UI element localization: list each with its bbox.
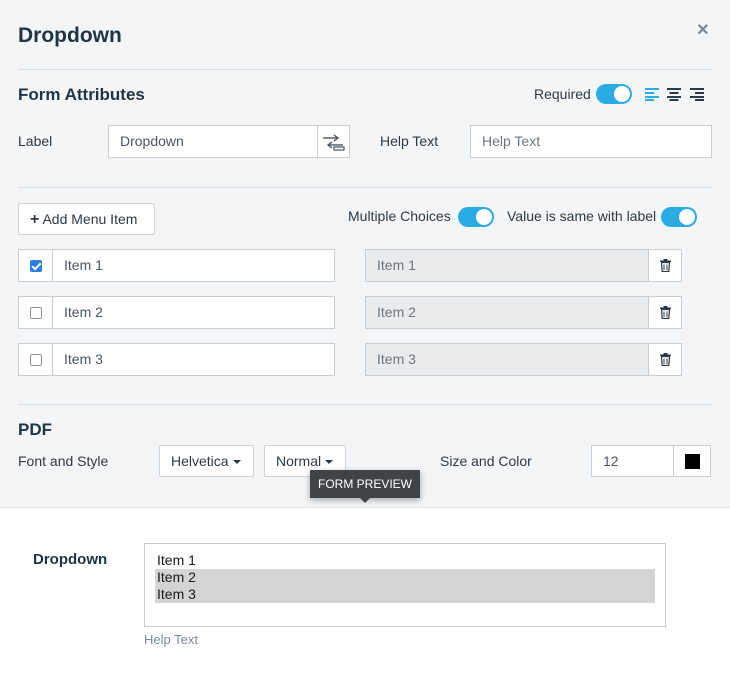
caret-down-icon bbox=[232, 460, 241, 465]
item-checkbox[interactable] bbox=[18, 343, 53, 376]
pdf-heading: PDF bbox=[18, 420, 52, 439]
preview-option[interactable]: Item 2 bbox=[155, 569, 655, 586]
item-value-input: Item 2 bbox=[365, 296, 649, 329]
font-style-label: Font and Style bbox=[18, 453, 109, 469]
font-size-input[interactable]: 12 bbox=[591, 445, 674, 477]
font-dropdown[interactable]: Helvetica bbox=[159, 445, 254, 477]
color-picker-button[interactable] bbox=[673, 445, 711, 477]
add-menu-item-button[interactable]: + Add Menu Item bbox=[18, 203, 155, 235]
checkbox-checked bbox=[30, 260, 42, 272]
label-field-label: Label bbox=[18, 133, 53, 149]
delete-item-button[interactable] bbox=[648, 296, 682, 329]
multiple-choices-toggle[interactable] bbox=[458, 207, 494, 227]
preview-help-text: Help Text bbox=[144, 632, 198, 647]
checkbox-unchecked bbox=[30, 307, 42, 319]
item-label-input[interactable]: Item 1 bbox=[52, 249, 335, 282]
trash-icon bbox=[660, 306, 671, 319]
required-toggle[interactable] bbox=[596, 84, 632, 104]
delete-item-button[interactable] bbox=[648, 249, 682, 282]
color-swatch bbox=[685, 454, 700, 469]
value-same-label: Value is same with label bbox=[507, 208, 657, 224]
divider bbox=[18, 69, 712, 70]
item-checkbox[interactable] bbox=[18, 249, 53, 282]
preview-option[interactable]: Item 1 bbox=[155, 552, 655, 569]
divider bbox=[18, 187, 712, 188]
preview-field-label: Dropdown bbox=[33, 551, 108, 568]
plus-icon: + bbox=[30, 211, 40, 228]
item-label-input[interactable]: Item 2 bbox=[52, 296, 335, 329]
dialog-title: Dropdown bbox=[18, 24, 122, 47]
align-right-icon[interactable] bbox=[690, 88, 704, 101]
align-left-icon[interactable] bbox=[645, 88, 659, 101]
trash-icon bbox=[660, 259, 671, 272]
align-center-icon[interactable] bbox=[667, 88, 681, 101]
style-value: Normal bbox=[276, 453, 322, 469]
help-text-label: Help Text bbox=[380, 133, 439, 149]
form-attributes-heading: Form Attributes bbox=[18, 85, 145, 104]
item-value-input: Item 1 bbox=[365, 249, 649, 282]
required-label: Required bbox=[534, 86, 591, 102]
item-checkbox[interactable] bbox=[18, 296, 53, 329]
value-same-toggle[interactable] bbox=[661, 207, 697, 227]
divider bbox=[18, 404, 712, 405]
preview-option[interactable]: Item 3 bbox=[155, 586, 655, 603]
caret-down-icon bbox=[325, 460, 334, 465]
checkbox-unchecked bbox=[30, 354, 42, 366]
add-menu-item-label: Add Menu Item bbox=[42, 211, 138, 227]
size-color-label: Size and Color bbox=[440, 453, 532, 469]
swap-button[interactable] bbox=[317, 125, 350, 158]
delete-item-button[interactable] bbox=[648, 343, 682, 376]
preview-listbox[interactable]: Item 1 Item 2 Item 3 bbox=[144, 543, 666, 627]
form-preview-tooltip: FORM PREVIEW bbox=[310, 470, 420, 503]
font-value: Helvetica bbox=[171, 453, 229, 469]
help-text-input[interactable]: Help Text bbox=[470, 125, 712, 158]
trash-icon bbox=[660, 353, 671, 366]
item-label-input[interactable]: Item 3 bbox=[52, 343, 335, 376]
swap-icon bbox=[323, 134, 345, 151]
multiple-choices-label: Multiple Choices bbox=[348, 208, 451, 224]
item-value-input: Item 3 bbox=[365, 343, 649, 376]
label-input[interactable]: Dropdown bbox=[108, 125, 318, 158]
close-icon[interactable]: × bbox=[697, 20, 709, 40]
